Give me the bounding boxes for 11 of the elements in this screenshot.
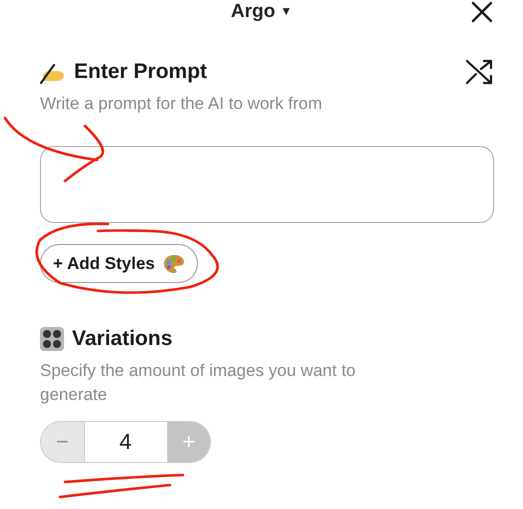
section-heading: Enter Prompt [74, 59, 208, 85]
close-button[interactable] [471, 0, 493, 24]
prompt-input[interactable] [40, 146, 494, 222]
shuffle-icon[interactable] [465, 58, 493, 85]
section-heading: Variations [72, 326, 172, 352]
title-dropdown[interactable]: Argo $^{▼}$ [230, 0, 292, 26]
knobs-icon [40, 326, 64, 351]
count-field[interactable]: 4 [84, 422, 168, 462]
section-description: Write a prompt for the AI to work from [40, 92, 324, 114]
add-styles-button[interactable]: + Add Styles [40, 244, 198, 283]
section-description: Specify the amount of images you want to generate [40, 360, 357, 406]
